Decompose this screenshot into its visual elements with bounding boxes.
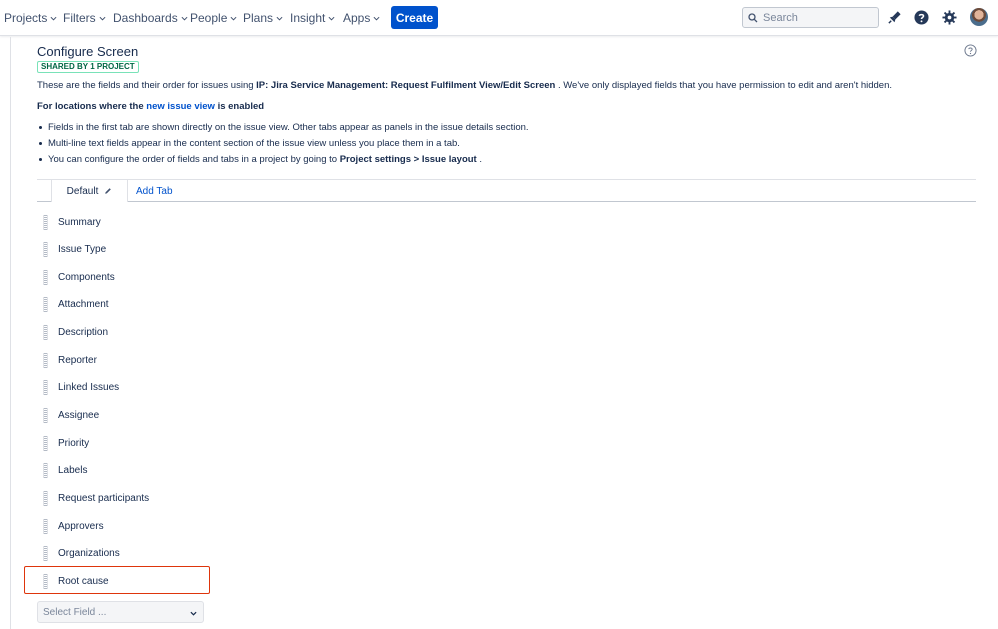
info-list: Fields in the first tab are shown direct… [37, 121, 529, 169]
locations-suffix: is enabled [217, 101, 265, 112]
drag-handle-icon[interactable] [43, 408, 48, 424]
field-row[interactable]: Components [37, 267, 115, 287]
nav-filters[interactable]: Filters [63, 0, 106, 36]
drag-handle-icon[interactable] [43, 297, 48, 313]
help-icon[interactable] [964, 44, 977, 57]
field-row[interactable]: Attachment [37, 295, 109, 315]
tab-default[interactable]: Default [51, 180, 128, 202]
field-row[interactable]: Assignee [37, 406, 99, 426]
field-label: Approvers [58, 520, 104, 532]
nav-people[interactable]: People [190, 0, 237, 36]
bullet3-suffix: . [479, 154, 483, 165]
field-row[interactable]: Summary [37, 212, 101, 232]
field-row[interactable]: Reporter [37, 350, 97, 370]
bullet3-prefix: You can configure the order of fields an… [48, 154, 338, 165]
field-label: Priority [58, 437, 90, 449]
help-circle-icon[interactable] [913, 9, 930, 26]
chevron-down-icon [50, 16, 57, 21]
nav-filters-label: Filters [63, 11, 96, 25]
chevron-down-icon [230, 16, 237, 21]
shared-badge[interactable]: SHARED BY 1 PROJECT [37, 61, 139, 73]
drag-handle-icon[interactable] [43, 242, 48, 258]
select-field-dropdown[interactable]: Select Field ... [37, 601, 204, 623]
field-row[interactable]: Approvers [37, 516, 104, 536]
drag-handle-icon[interactable] [43, 463, 48, 479]
search-icon [748, 12, 758, 22]
list-item: You can configure the order of fields an… [37, 153, 529, 169]
tab-default-label: Default [66, 185, 99, 197]
drag-handle-icon[interactable] [43, 491, 48, 506]
field-label: Organizations [58, 548, 120, 560]
chevron-down-icon [276, 16, 283, 21]
locations-prefix: For locations where the [37, 101, 144, 112]
add-tab-link[interactable]: Add Tab [136, 186, 173, 197]
field-label: Issue Type [58, 244, 107, 256]
drag-handle-icon[interactable] [43, 380, 48, 396]
field-row[interactable]: Labels [37, 461, 87, 481]
chevron-down-icon [190, 611, 197, 616]
field-label: Assignee [58, 410, 100, 422]
desc-prefix: These are the fields and their order for… [37, 80, 254, 91]
select-field-placeholder: Select Field ... [43, 606, 107, 618]
search-box[interactable] [742, 7, 879, 28]
field-row[interactable]: Priority [37, 433, 89, 453]
search-input[interactable] [763, 11, 873, 24]
field-label: Request participants [58, 493, 150, 504]
field-label: Summary [58, 216, 101, 228]
nav-insight[interactable]: Insight [290, 0, 335, 36]
drag-handle-icon[interactable] [43, 352, 48, 368]
chevron-down-icon [99, 16, 106, 21]
nav-people-label: People [190, 11, 228, 25]
create-button[interactable]: Create [391, 6, 438, 29]
nav-dashboards-label: Dashboards [113, 11, 178, 25]
new-issue-view-link[interactable]: new issue view [146, 101, 215, 112]
drag-handle-icon[interactable] [43, 269, 48, 285]
top-navigation: Projects Filters Dashboards People Plans… [0, 0, 998, 36]
project-settings-path: Project settings > Issue layout [339, 154, 477, 165]
list-item: Fields in the first tab are shown direct… [37, 121, 529, 137]
nav-plans[interactable]: Plans [243, 0, 283, 36]
user-avatar[interactable] [970, 8, 988, 26]
list-item: Multi-line text fields appear in the con… [37, 137, 529, 153]
highlight-annotation [24, 566, 210, 594]
tabs-border-top [37, 179, 976, 180]
drag-handle-icon[interactable] [43, 546, 48, 562]
settings-gear-icon[interactable] [941, 9, 958, 26]
nav-insight-label: Insight [290, 11, 326, 25]
pencil-icon[interactable] [104, 187, 112, 195]
drag-handle-icon[interactable] [43, 214, 48, 230]
field-label: Linked Issues [58, 382, 120, 394]
drag-handle-icon[interactable] [43, 435, 48, 451]
nav-projects[interactable]: Projects [4, 0, 57, 36]
nav-apps-label: Apps [343, 11, 371, 25]
field-row[interactable]: Linked Issues [37, 378, 119, 398]
locations-heading: For locations where the new issue view i… [37, 101, 264, 112]
nav-dashboards[interactable]: Dashboards [113, 0, 188, 36]
field-row[interactable]: Request participants [37, 489, 149, 509]
chevron-down-icon [328, 16, 335, 21]
sidebar-divider [10, 37, 11, 629]
field-label: Reporter [58, 354, 97, 366]
field-row[interactable]: Description [37, 323, 108, 343]
nav-apps[interactable]: Apps [343, 0, 380, 36]
field-label: Components [58, 271, 115, 283]
drag-handle-icon[interactable] [43, 325, 48, 341]
field-label: Labels [58, 465, 88, 477]
screen-description: These are the fields and their order for… [37, 80, 892, 91]
desc-suffix: . We've only displayed fields that you h… [557, 80, 893, 91]
tabs-border-bottom [37, 201, 976, 202]
notifications-icon[interactable] [886, 9, 903, 26]
field-label: Description [58, 327, 109, 339]
nav-plans-label: Plans [243, 11, 274, 25]
field-label: Attachment [58, 299, 109, 311]
field-row[interactable]: Issue Type [37, 240, 106, 260]
screen-name: IP: Jira Service Management: Request Ful… [256, 80, 556, 91]
chevron-down-icon [181, 16, 188, 21]
chevron-down-icon [373, 16, 380, 21]
field-row[interactable]: Organizations [37, 544, 120, 564]
page-title: Configure Screen [37, 44, 139, 59]
nav-projects-label: Projects [4, 11, 48, 25]
drag-handle-icon[interactable] [43, 518, 48, 534]
